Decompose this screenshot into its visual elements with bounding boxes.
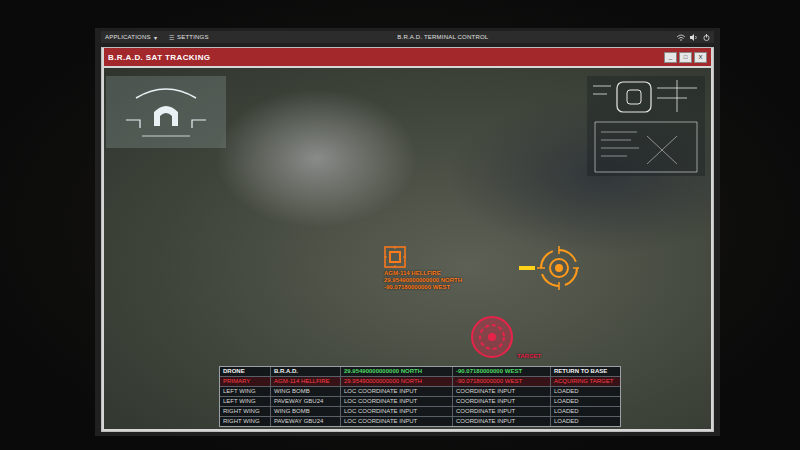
system-menu[interactable]: ☰ SETTINGS [169, 34, 209, 41]
table-cell: LOC COORDINATE INPUT [340, 387, 452, 396]
marker-label-line: 29.95490000000000 NORTH [384, 277, 462, 284]
marker-label-line: TARGET [517, 353, 541, 360]
target-zone-icon [469, 314, 515, 360]
weapon-marker[interactable]: AGM-114 HELLFIRE29.95490000000000 NORTH-… [384, 246, 462, 292]
room-background: APPLICATIONS ▾ ☰ SETTINGS B.R.A.D. TERMIN… [0, 0, 800, 450]
marker-label: TARGET [517, 353, 541, 360]
sat-tracking-window: B.R.A.D. SAT TRACKING _□X AGM-114 HELLFI… [101, 47, 714, 432]
table-cell: RIGHT WING [220, 417, 270, 426]
table-cell: RIGHT WING [220, 407, 270, 416]
menu-label: APPLICATIONS [105, 34, 151, 40]
column-header: B.R.A.D. [270, 367, 340, 376]
table-cell: COORDINATE INPUT [452, 417, 550, 426]
table-cell: LOC COORDINATE INPUT [340, 407, 452, 416]
table-cell: LOADED [550, 407, 620, 416]
table-cell: COORDINATE INPUT [452, 387, 550, 396]
column-header: -90.07180000000 WEST [452, 367, 550, 376]
table-cell: WING BOMB [270, 387, 340, 396]
table-row[interactable]: RIGHT WINGWING BOMBLOC COORDINATE INPUTC… [220, 406, 620, 416]
table-cell: LEFT WING [220, 397, 270, 406]
column-header: RETURN TO BASE [550, 367, 620, 376]
table-header-row: DRONEB.R.A.D.29.95490000000000 NORTH-90.… [220, 367, 620, 376]
table-cell: PRIMARY [220, 377, 270, 386]
table-cell: AGM-114 HELLFIRE [270, 377, 340, 386]
table-cell: 29.95490000000000 NORTH [340, 377, 452, 386]
table-row[interactable]: LEFT WINGPAVEWAY GBU24LOC COORDINATE INP… [220, 396, 620, 406]
system-tray [677, 34, 710, 41]
window-control-button[interactable]: X [694, 52, 707, 63]
marker-label-line: AGM-114 HELLFIRE [384, 270, 462, 277]
table-cell: LOADED [550, 397, 620, 406]
monitor-screen: APPLICATIONS ▾ ☰ SETTINGS B.R.A.D. TERMIN… [95, 28, 720, 436]
table-cell: LOC COORDINATE INPUT [340, 417, 452, 426]
volume-icon[interactable] [690, 34, 698, 41]
menu-icon: ☰ [169, 34, 174, 41]
window-titlebar[interactable]: B.R.A.D. SAT TRACKING _□X [104, 48, 711, 68]
marker-label: AGM-114 HELLFIRE29.95490000000000 NORTH-… [384, 270, 462, 292]
missile-position-icon [384, 246, 406, 268]
system-bar: APPLICATIONS ▾ ☰ SETTINGS B.R.A.D. TERMIN… [101, 31, 714, 43]
table-cell: ACQUIRING TARGET [550, 377, 620, 386]
column-header: DRONE [220, 367, 270, 376]
table-cell: LOADED [550, 387, 620, 396]
power-icon[interactable] [703, 34, 710, 41]
system-menu[interactable]: APPLICATIONS ▾ [105, 34, 157, 41]
window-control-button[interactable]: _ [664, 52, 677, 63]
table-cell: -90.07180000000 WEST [452, 377, 550, 386]
window-control-button[interactable]: □ [679, 52, 692, 63]
table-cell: COORDINATE INPUT [452, 397, 550, 406]
dropdown-icon: ▾ [154, 34, 157, 41]
table-row[interactable]: RIGHT WINGPAVEWAY GBU24LOC COORDINATE IN… [220, 416, 620, 426]
crosshair-marker[interactable] [519, 246, 579, 290]
table-cell: LOADED [550, 417, 620, 426]
table-cell: COORDINATE INPUT [452, 407, 550, 416]
table-cell: PAVEWAY GBU24 [270, 397, 340, 406]
weapons-table: DRONEB.R.A.D.29.95490000000000 NORTH-90.… [219, 366, 621, 427]
menu-label: SETTINGS [177, 34, 209, 40]
target-marker[interactable]: TARGET [469, 314, 541, 360]
table-cell: WING BOMB [270, 407, 340, 416]
drone-attitude-hud-icon [106, 76, 226, 148]
table-cell: LEFT WING [220, 387, 270, 396]
system-title: B.R.A.D. TERMINAL CONTROL [397, 34, 488, 40]
drone-schematic-hud-icon [587, 76, 705, 176]
column-header: 29.95490000000000 NORTH [340, 367, 452, 376]
wifi-icon[interactable] [677, 34, 685, 41]
window-title: B.R.A.D. SAT TRACKING [108, 53, 210, 62]
table-cell: PAVEWAY GBU24 [270, 417, 340, 426]
crosshair-icon [519, 246, 579, 290]
marker-label-line: -90.07180000000 WEST [384, 284, 462, 291]
table-row[interactable]: LEFT WINGWING BOMBLOC COORDINATE INPUTCO… [220, 386, 620, 396]
table-cell: LOC COORDINATE INPUT [340, 397, 452, 406]
satellite-map[interactable]: AGM-114 HELLFIRE29.95490000000000 NORTH-… [104, 68, 711, 429]
table-row[interactable]: PRIMARYAGM-114 HELLFIRE29.95490000000000… [220, 376, 620, 386]
